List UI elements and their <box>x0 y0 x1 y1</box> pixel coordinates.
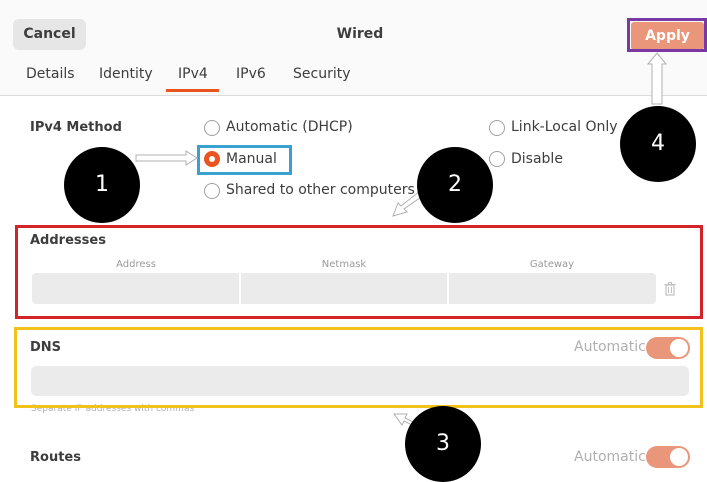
callout-1: 1 <box>64 147 140 223</box>
callout-4: 4 <box>620 106 696 182</box>
callout-2: 2 <box>417 147 493 223</box>
callout-3: 3 <box>405 406 481 482</box>
annotation-arrows <box>135 52 668 434</box>
